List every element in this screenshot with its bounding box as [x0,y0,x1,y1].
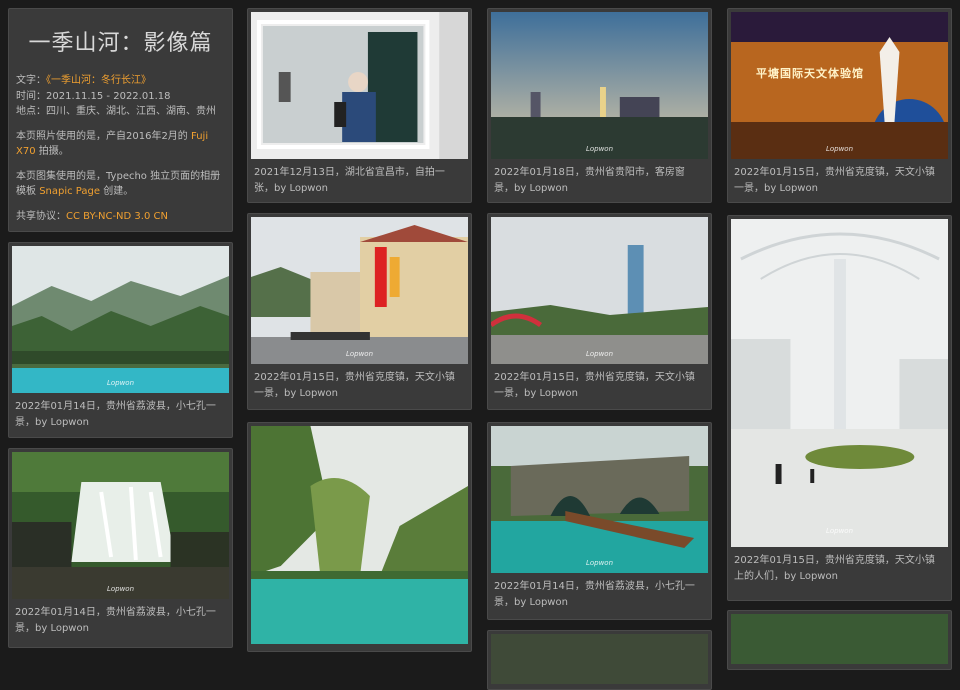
watermark: Lopwon [106,585,135,593]
places: 地点：四川、重庆、湖北、江西、湖南、贵州 [16,106,216,117]
intro-card: 一季山河：影像篇 文字：《一季山河：冬行长江》 时间：2021.11.15 - … [8,8,233,232]
photo-waterfall[interactable]: Lopwon [12,452,229,599]
photo-card[interactable]: Lopwon 2022年01月14日，贵州省荔波县，小七孔一景，by Lopwo… [8,448,233,648]
watermark: Lopwon [585,145,614,153]
photo-caption: 2022年01月14日，贵州省荔波县，小七孔一景，by Lopwon [15,607,216,634]
photo-partial[interactable] [731,614,948,664]
article-link[interactable]: 《一季山河：冬行长江》 [46,75,151,86]
watermark: Lopwon [585,350,614,358]
watermark: Lopwon [585,559,614,567]
photo-caption: 2022年01月15日，贵州省克度镇，天文小镇一景，by Lopwon [494,372,695,399]
license-label: 共享协议： [16,210,66,222]
photo-card[interactable]: Lopwon 2022年01月15日，贵州省克度镇，天文小镇一景，by Lopw… [487,213,712,410]
license-link[interactable]: CC BY-NC-ND 3.0 CN [66,211,168,222]
page-title: 一季山河：影像篇 [28,31,213,56]
photo-caption: 2021年12月13日，湖北省宜昌市，自拍一张，by Lopwon [254,167,445,194]
gallery-text-end: 创建。 [100,186,134,197]
photo-caption: 2022年01月14日，贵州省荔波县，小七孔一景，by Lopwon [15,401,216,428]
museum-sign: 平塘国际天文体验馆 [756,67,864,80]
watermark: Lopwon [106,379,135,387]
photo-card[interactable] [487,630,712,690]
photo-caption: 2022年01月14日，贵州省荔波县，小七孔一景，by Lopwon [494,581,695,608]
photo-card[interactable] [247,422,472,652]
photo-caption: 2022年01月15日，贵州省克度镇，天文小镇一景，by Lopwon [734,167,935,194]
photo-card[interactable]: Lopwon 2022年01月14日，贵州省荔波县，小七孔一景，by Lopwo… [8,242,233,438]
photo-card[interactable]: Lopwon 2022年01月14日，贵州省荔波县，小七孔一景，by Lopwo… [487,422,712,620]
snapic-link[interactable]: Snapic Page [39,186,100,197]
photo-lake[interactable]: Lopwon [12,246,229,393]
photo-caption: 2022年01月15日，贵州省克度镇，天文小镇上的人们，by Lopwon [734,555,935,582]
text-label: 文字： [16,75,46,86]
photo-card[interactable]: Lopwon 平塘国际天文体验馆 2022年01月15日，贵州省克度镇，天文小镇… [727,8,952,203]
photo-partial[interactable] [491,634,708,684]
photo-museum[interactable]: Lopwon [731,12,948,159]
photo-town-street[interactable]: Lopwon [251,217,468,364]
photo-card[interactable]: Lopwon 2022年01月15日，贵州省克度镇，天文小镇一景，by Lopw… [247,213,472,410]
photo-card[interactable]: Lopwon 2022年01月15日，贵州省克度镇，天文小镇上的人们，by Lo… [727,215,952,601]
photo-card[interactable]: 2021年12月13日，湖北省宜昌市，自拍一张，by Lopwon [247,8,472,203]
photo-caption: 2022年01月18日，贵州省贵阳市，客房窗景，by Lopwon [494,167,685,194]
photo-boat-bridge[interactable]: Lopwon [491,426,708,573]
photo-sculpture[interactable]: Lopwon [731,219,948,547]
camera-text-end: 拍摄。 [35,146,69,157]
photo-forest-lake[interactable] [251,426,468,644]
watermark: Lopwon [825,145,854,153]
photo-city-view[interactable]: Lopwon [491,12,708,159]
camera-text: 本页照片使用的是，产自2016年2月的 [16,130,191,142]
photo-tower-square[interactable]: Lopwon [491,217,708,364]
photo-card[interactable]: Lopwon 2022年01月18日，贵州省贵阳市，客房窗景，by Lopwon [487,8,712,203]
photo-card[interactable] [727,610,952,670]
time-range: 时间：2021.11.15 - 2022.01.18 [16,90,171,102]
watermark: Lopwon [825,527,854,535]
photo-selfie[interactable] [251,12,468,159]
intro-body: 文字：《一季山河：冬行长江》 时间：2021.11.15 - 2022.01.1… [16,73,226,233]
photo-caption: 2022年01月15日，贵州省克度镇，天文小镇一景，by Lopwon [254,372,455,399]
watermark: Lopwon [345,350,374,358]
